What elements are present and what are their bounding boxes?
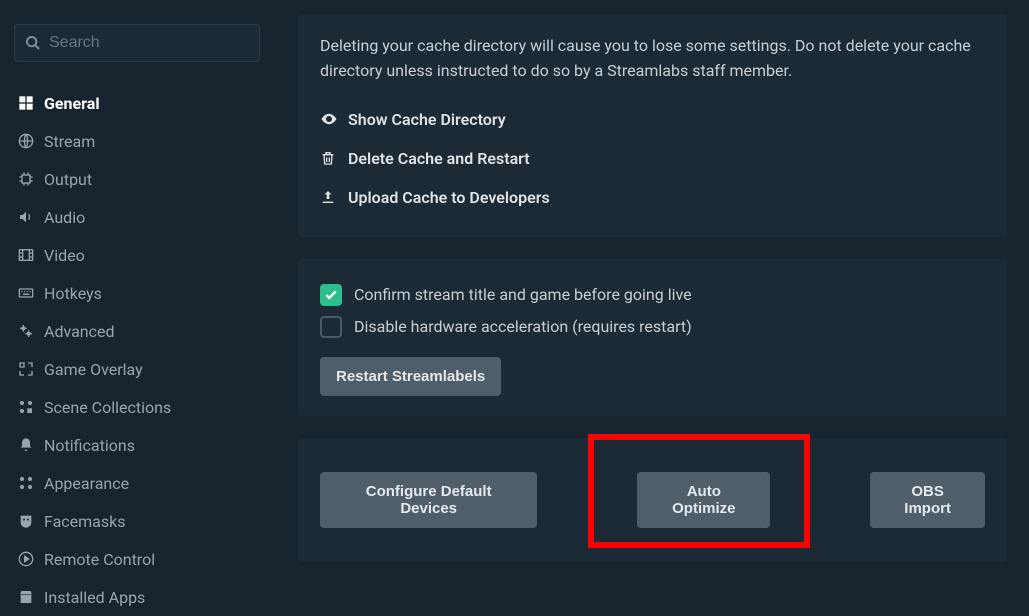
cache-warning-text: Deleting your cache directory will cause… [320,34,985,84]
sidebar-item-scene-collections[interactable]: Scene Collections [14,388,260,426]
settings-main: Deleting your cache directory will cause… [274,0,1029,601]
sidebar-item-installed-apps[interactable]: Installed Apps [14,578,260,616]
sidebar-item-label: Remote Control [44,550,155,569]
action-label: Upload Cache to Developers [348,188,550,207]
checkbox-checked-icon [320,284,342,306]
checkbox-label: Confirm stream title and game before goi… [354,285,692,304]
checkbox-unchecked-icon [320,316,342,338]
sidebar-item-label: Advanced [44,322,115,341]
sidebar-item-label: Facemasks [44,512,126,531]
sidebar-item-game-overlay[interactable]: Game Overlay [14,350,260,388]
scenes-icon [18,399,44,415]
action-label: Delete Cache and Restart [348,149,530,168]
appearance-icon [18,475,44,491]
upload-icon [320,189,348,205]
sidebar-item-label: Installed Apps [44,588,145,607]
delete-cache-restart-action[interactable]: Delete Cache and Restart [320,139,985,178]
sidebar-item-label: Game Overlay [44,360,143,379]
film-icon [18,247,44,263]
search-icon [25,35,41,51]
trash-icon [320,150,348,166]
upload-cache-action[interactable]: Upload Cache to Developers [320,178,985,217]
sidebar-item-appearance[interactable]: Appearance [14,464,260,502]
gears-icon [18,323,44,339]
configure-default-devices-button[interactable]: Configure Default Devices [320,472,537,528]
sidebar-item-label: Video [44,246,85,265]
sidebar-item-label: Audio [44,208,85,227]
bell-icon [18,437,44,453]
overlay-icon [18,361,44,377]
sidebar-item-label: Notifications [44,436,135,455]
play-circle-icon [18,551,44,567]
search-input[interactable] [49,34,249,52]
sidebar-item-stream[interactable]: Stream [14,122,260,160]
mask-icon [18,513,44,529]
sidebar-item-hotkeys[interactable]: Hotkeys [14,274,260,312]
auto-optimize-button[interactable]: Auto Optimize [637,472,770,528]
sidebar-item-output[interactable]: Output [14,160,260,198]
confirm-stream-title-checkbox-row[interactable]: Confirm stream title and game before goi… [320,279,985,311]
sidebar-item-advanced[interactable]: Advanced [14,312,260,350]
store-icon [18,589,44,605]
sidebar-item-notifications[interactable]: Notifications [14,426,260,464]
options-panel: Confirm stream title and game before goi… [298,259,1007,416]
disable-hw-accel-checkbox-row[interactable]: Disable hardware acceleration (requires … [320,311,985,343]
sidebar-item-general[interactable]: General [14,84,260,122]
sidebar-item-label: Scene Collections [44,398,171,417]
sidebar-item-label: Hotkeys [44,284,102,303]
keyboard-icon [18,285,44,301]
sidebar-item-facemasks[interactable]: Facemasks [14,502,260,540]
settings-nav: General Stream Output Audio Video [14,84,260,616]
sidebar-item-label: Stream [44,132,95,151]
action-label: Show Cache Directory [348,110,506,129]
eye-icon [320,110,348,128]
sidebar-item-label: Appearance [44,474,129,493]
sidebar-item-video[interactable]: Video [14,236,260,274]
volume-icon [18,209,44,225]
settings-sidebar: General Stream Output Audio Video [0,0,274,601]
devices-buttons-panel: Configure Default Devices Auto Optimize … [298,438,1007,562]
show-cache-directory-action[interactable]: Show Cache Directory [320,100,985,139]
restart-streamlabels-button[interactable]: Restart Streamlabels [320,357,501,396]
sidebar-item-audio[interactable]: Audio [14,198,260,236]
chip-icon [18,171,44,187]
sidebar-item-label: General [44,94,100,113]
sidebar-item-remote-control[interactable]: Remote Control [14,540,260,578]
sidebar-item-label: Output [44,170,92,189]
search-box[interactable] [14,24,260,62]
grid-icon [18,95,44,111]
cache-panel: Deleting your cache directory will cause… [298,14,1007,237]
checkbox-label: Disable hardware acceleration (requires … [354,317,692,336]
globe-icon [18,133,44,149]
obs-import-button[interactable]: OBS Import [870,472,985,528]
